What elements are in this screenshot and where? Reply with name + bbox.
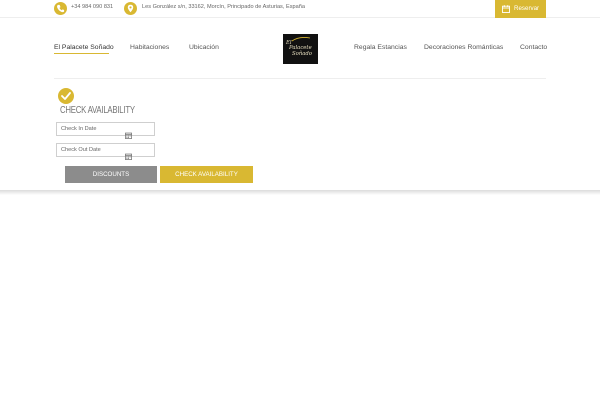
address-text: Les González s/n, 33162, Morcín, Princip…: [142, 4, 305, 10]
nav-item-el-palacete-sonado[interactable]: El Palacete Soñado: [54, 44, 114, 51]
header-shadow: [0, 190, 600, 195]
phone-icon: [54, 2, 67, 15]
nav-item-ubicacion[interactable]: Ubicación: [189, 44, 219, 51]
top-bar: +34 984 090 831 Les González s/n, 33162,…: [0, 0, 600, 18]
nav-item-habitaciones[interactable]: Habitaciones: [130, 44, 169, 51]
check-icon: [58, 88, 74, 104]
calendar-icon[interactable]: [125, 126, 132, 144]
check-out-field[interactable]: [56, 143, 155, 160]
reserve-label: Reservar: [514, 5, 540, 12]
availability-title: CHECK AVAILABILITY: [60, 105, 135, 116]
location-pin-icon: [124, 2, 137, 15]
nav-item-contacto[interactable]: Contacto: [520, 44, 547, 51]
nav-item-regala-estancias[interactable]: Regala Estancias: [354, 44, 407, 51]
calendar-icon: [502, 5, 510, 15]
reserve-button[interactable]: Reservar: [495, 0, 546, 18]
logo[interactable]: El Palacete Soñado: [283, 34, 318, 64]
phone-number[interactable]: +34 984 090 831: [71, 4, 113, 10]
check-in-field[interactable]: [56, 122, 155, 139]
check-availability-button[interactable]: CHECK AVAILABILITY: [160, 166, 253, 183]
header-divider: [54, 78, 546, 79]
logo-line-3: Soñado: [292, 50, 312, 57]
discounts-button[interactable]: DISCOUNTS: [65, 166, 157, 183]
nav-item-decoraciones-romanticas[interactable]: Decoraciones Románticas: [424, 44, 503, 51]
calendar-icon[interactable]: [125, 147, 132, 165]
logo-swirl: [291, 37, 311, 42]
active-nav-underline: [54, 53, 109, 54]
